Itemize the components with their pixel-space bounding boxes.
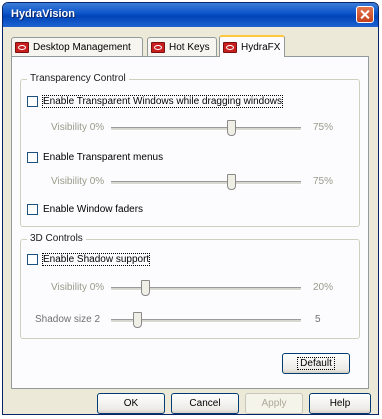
slider-track[interactable] [111,181,301,185]
menus-visibility-slider: Visibility 0% 75% [51,174,341,190]
slider-label: Visibility 0% [51,282,105,293]
checkbox-label: Enable Transparent menus [43,152,164,163]
checkbox-label: Enable Transparent Windows while draggin… [41,95,284,108]
shadow-size-slider: Shadow size 2 5 [35,312,341,328]
hydravision-icon [151,41,165,53]
cancel-button[interactable]: Cancel [171,393,239,414]
enable-transparent-drag-checkbox[interactable]: Enable Transparent Windows while draggin… [27,95,284,108]
hydravision-icon [15,41,29,53]
group-title: Transparency Control [27,73,129,84]
tab-label: Desktop Management [33,41,131,53]
slider-track[interactable] [111,127,301,131]
slider-max-label: 20% [313,282,334,293]
default-button[interactable]: Default [282,353,350,374]
dialog-window: HydraVision Desktop Management Hot Keys … [2,2,379,415]
enable-shadow-support-checkbox[interactable]: Enable Shadow support [27,253,151,266]
window-title: HydraVision [11,8,75,20]
hydravision-icon [223,41,237,53]
checkbox-label: Enable Shadow support [41,253,151,266]
checkbox-box[interactable] [27,152,38,163]
group-title: 3D Controls [27,233,86,244]
button-label: Apply [261,398,287,409]
slider-thumb[interactable] [227,174,236,190]
button-label: Default [297,357,335,370]
slider-label: Visibility 0% [51,122,105,133]
checkbox-label: Enable Window faders [43,204,144,215]
slider-thumb[interactable] [141,280,150,296]
apply-button[interactable]: Apply [245,393,303,414]
shadow-visibility-slider: Visibility 0% 20% [51,280,341,296]
tab-label: Hot Keys [169,41,210,53]
close-button[interactable] [356,6,374,23]
tab-label: HydraFX [241,41,281,53]
checkbox-box[interactable] [27,96,38,107]
tab-hydrafx[interactable]: HydraFX [219,35,285,57]
slider-max-label: 5 [315,314,321,325]
enable-window-faders-checkbox[interactable]: Enable Window faders [27,204,143,215]
transparency-control-group: Transparency Control Enable Transparent … [20,73,360,227]
checkbox-box[interactable] [27,254,38,265]
drag-visibility-slider: Visibility 0% 75% [51,120,341,136]
tab-desktop-management[interactable]: Desktop Management [11,37,143,56]
checkbox-box[interactable] [27,204,38,215]
button-label: Help [329,398,351,409]
hydrafx-panel: Transparency Control Enable Transparent … [11,56,369,389]
title-bar[interactable]: HydraVision [3,3,378,27]
enable-transparent-menus-checkbox[interactable]: Enable Transparent menus [27,152,163,163]
tab-hot-keys[interactable]: Hot Keys [147,37,217,56]
3d-controls-group: 3D Controls Enable Shadow support Visibi… [20,233,360,339]
slider-thumb[interactable] [227,120,236,136]
button-label: OK [123,398,139,409]
help-button[interactable]: Help [309,393,371,414]
slider-max-label: 75% [313,176,334,187]
slider-thumb[interactable] [133,312,142,328]
slider-track[interactable] [111,287,301,291]
button-label: Cancel [189,398,221,409]
slider-label: Shadow size 2 [35,314,101,325]
slider-label: Visibility 0% [51,176,105,187]
ok-button[interactable]: OK [97,393,165,414]
slider-max-label: 75% [313,122,334,133]
